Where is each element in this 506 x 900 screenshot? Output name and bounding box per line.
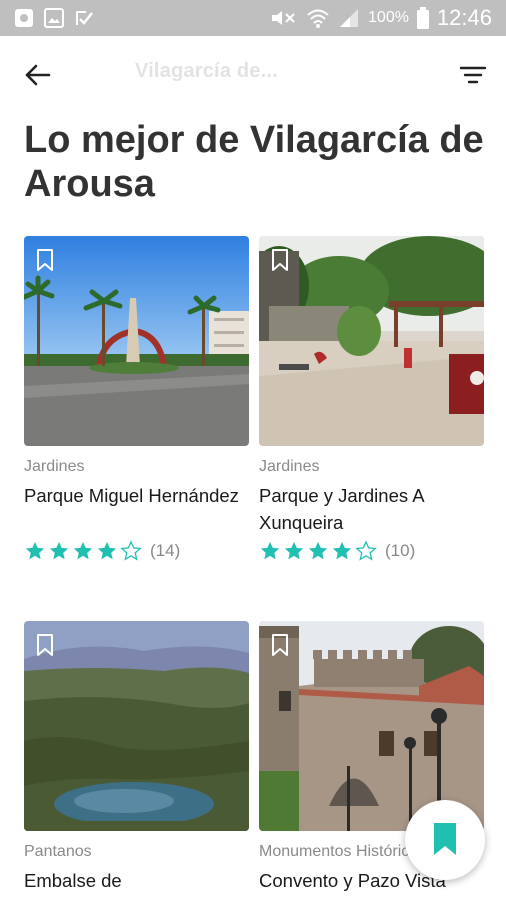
review-count: (10) [385, 541, 416, 560]
clock: 12:46 [436, 5, 492, 30]
star-filled-icon [308, 541, 328, 560]
rating: (10) [259, 540, 415, 562]
status-bar: 100% 12:46 [0, 0, 506, 36]
star-filled-icon [284, 541, 304, 560]
star-empty-icon [355, 540, 377, 561]
notification-icons [14, 8, 94, 28]
place-name[interactable]: Parque y Jardines A Xunqueira [259, 482, 484, 536]
bookmark-outline-icon[interactable] [271, 248, 289, 272]
star-filled-icon [332, 541, 352, 560]
app-bar: Vilagarcía de... [0, 36, 506, 114]
battery-percent: 100% [368, 9, 409, 26]
filter-icon[interactable] [456, 58, 490, 92]
place-card[interactable]: Jardines Parque y Jardines A Xunqueira (… [259, 236, 484, 561]
review-count: (14) [150, 541, 181, 560]
bookmark-filled-icon [434, 823, 456, 855]
bookmark-outline-icon[interactable] [271, 633, 289, 657]
rating: (14) [24, 540, 180, 562]
place-card[interactable]: Pantanos Embalse de [24, 621, 249, 891]
check-notification-icon [76, 11, 93, 25]
place-category: Pantanos [24, 843, 92, 860]
star-empty-icon [120, 540, 142, 561]
place-name[interactable]: Embalse de [24, 867, 249, 894]
place-photo[interactable] [24, 621, 249, 831]
star-filled-icon [97, 541, 117, 560]
battery-icon [416, 7, 429, 29]
bookmark-outline-icon[interactable] [36, 633, 54, 657]
mute-icon [272, 11, 295, 25]
reservoir-photo-image [24, 621, 249, 831]
page-title: Lo mejor de Vilagarcía de Arousa [24, 119, 484, 205]
wifi-icon [307, 9, 329, 28]
back-arrow-icon[interactable] [20, 58, 54, 92]
system-icons: 100% 12:46 [268, 5, 492, 31]
saved-places-fab[interactable] [405, 800, 485, 880]
place-name[interactable]: Parque Miguel Hernández [24, 482, 249, 509]
bookmark-outline-icon[interactable] [36, 248, 54, 272]
star-filled-icon [260, 541, 280, 560]
park-photo-image [24, 236, 249, 446]
star-filled-icon [73, 541, 93, 560]
place-category: Jardines [259, 458, 320, 475]
garden-photo-image [259, 236, 484, 446]
place-photo[interactable] [24, 236, 249, 446]
chat-notification-icon [15, 9, 33, 27]
image-notification-icon [44, 8, 64, 28]
place-photo[interactable] [259, 236, 484, 446]
place-card[interactable]: Jardines Parque Miguel Hernández (14) [24, 236, 249, 561]
place-category: Monumentos Históricos [259, 843, 427, 860]
star-filled-icon [49, 541, 69, 560]
signal-icon [340, 9, 359, 27]
place-category: Jardines [24, 458, 85, 475]
star-filled-icon [25, 541, 45, 560]
app-bar-title: Vilagarcía de... [135, 60, 278, 82]
